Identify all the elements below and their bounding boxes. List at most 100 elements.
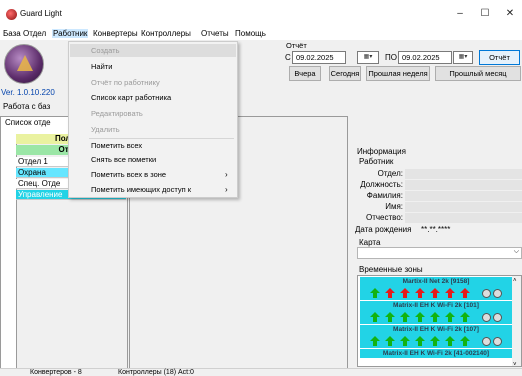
menu-bar: База Отдел Работник Конвертеры Контролле… <box>0 28 522 40</box>
toggle-icon[interactable] <box>493 337 502 346</box>
close-button[interactable]: ✕ <box>499 6 521 22</box>
card-title: Карта <box>359 238 381 247</box>
menu-item-mark-all-in-zone[interactable]: Пометить всех в зоне <box>91 170 166 179</box>
status-bar: Конвертеров - 8 Контроллеры (18) Act:0 <box>0 368 522 376</box>
green-arrow-icon <box>415 312 425 322</box>
surname-label: Фамилия: <box>366 191 403 200</box>
red-arrow-icon <box>385 288 395 298</box>
from-date-picker[interactable]: ▦▾ <box>357 51 379 64</box>
report-button[interactable]: Отчёт <box>479 50 520 65</box>
window-title: Guard Light <box>20 9 62 18</box>
menu-item-worker-cards[interactable]: Список карт работника <box>91 93 171 102</box>
department-value <box>405 169 522 179</box>
calendar-dropdown-icon: ▦▾ <box>458 54 468 60</box>
green-arrow-icon <box>385 312 395 322</box>
maximize-button[interactable]: ☐ <box>474 6 496 22</box>
green-arrow-icon <box>370 336 380 346</box>
green-arrow-icon <box>370 288 380 298</box>
from-date-field[interactable]: 09.02.2025 <box>292 51 346 64</box>
menu-item-worker-report[interactable]: Отчёт по работнику <box>91 78 160 87</box>
guard-logo <box>4 44 44 84</box>
first-name-value <box>405 202 522 212</box>
time-zones-title: Временные зоны <box>359 265 423 274</box>
today-button[interactable]: Сегодня <box>329 66 361 81</box>
menu-item-edit[interactable]: Редактировать <box>91 109 143 118</box>
from-label: С <box>285 53 291 62</box>
toggle-icon[interactable] <box>493 289 502 298</box>
menu-reports[interactable]: Отчеты <box>201 29 229 38</box>
menu-item-unmark-all[interactable]: Снять все пометки <box>91 155 156 164</box>
first-name-label: Имя: <box>385 202 403 211</box>
work-strip-label: Работа с баз <box>3 102 51 111</box>
menu-item-mark-with-access[interactable]: Пометить имеющих доступ к <box>91 185 191 194</box>
time-zones-list[interactable]: Martix-II Net 2k [9158] Matrix-II EH K W… <box>357 275 522 367</box>
minimize-button[interactable]: – <box>449 6 471 22</box>
worker-section-title: Работник <box>359 157 394 166</box>
to-date-picker[interactable]: ▦▾ <box>453 51 473 64</box>
card-select[interactable]: ⌵ <box>357 247 522 259</box>
to-label: ПО <box>385 53 397 62</box>
calendar-dropdown-icon: ▦▾ <box>363 54 373 60</box>
time-zone-day-icons <box>360 334 512 348</box>
green-arrow-icon <box>430 312 440 322</box>
version-link[interactable]: Ver. 1.0.10.220 <box>1 88 55 97</box>
toggle-icon[interactable] <box>482 313 491 322</box>
scroll-up-icon[interactable]: ˄ <box>513 278 517 284</box>
menu-controllers[interactable]: Контроллеры <box>141 29 191 38</box>
worker-dropdown-menu: Создать Найти Отчёт по работнику Список … <box>68 41 238 198</box>
green-arrow-icon <box>460 336 470 346</box>
toggle-icon[interactable] <box>482 289 491 298</box>
green-arrow-icon <box>385 336 395 346</box>
submenu-arrow-icon: › <box>225 185 228 194</box>
birth-date-value: **.**.**** <box>421 225 451 234</box>
time-zone-name: Matrix-II EH K Wi-Fi 2k [107] <box>360 325 512 334</box>
app-icon <box>6 9 17 20</box>
scroll-down-icon[interactable]: ˅ <box>513 362 517 366</box>
title-bar: Guard Light – ☐ ✕ <box>0 0 522 28</box>
time-zone-day-icons <box>360 310 512 324</box>
menu-converters[interactable]: Конвертеры <box>93 29 138 38</box>
green-arrow-icon <box>370 312 380 322</box>
to-date-field[interactable]: 09.02.2025 <box>398 51 452 64</box>
logo-emblem <box>17 55 33 71</box>
red-arrow-icon <box>445 288 455 298</box>
red-arrow-icon <box>460 288 470 298</box>
position-label: Должность: <box>360 180 403 189</box>
yesterday-button[interactable]: Вчера <box>289 66 321 81</box>
green-arrow-icon <box>445 312 455 322</box>
menu-item-mark-all[interactable]: Пометить всех <box>91 141 142 150</box>
red-arrow-icon <box>415 288 425 298</box>
department-panel-title: Список отде <box>5 118 51 127</box>
submenu-arrow-icon: › <box>225 170 228 179</box>
surname-value <box>405 191 522 201</box>
menu-worker[interactable]: Работник <box>52 29 89 38</box>
menu-department[interactable]: Отдел <box>23 29 46 38</box>
toggle-icon[interactable] <box>482 337 491 346</box>
controllers-status: Контроллеры (18) Act:0 <box>118 369 194 376</box>
menu-base[interactable]: База <box>3 29 21 38</box>
toggle-icon[interactable] <box>493 313 502 322</box>
menu-separator <box>89 138 234 139</box>
menu-item-create[interactable]: Создать <box>91 46 120 55</box>
patronymic-label: Отчество: <box>366 213 403 222</box>
menu-item-delete[interactable]: Удалить <box>91 125 120 134</box>
menu-item-find[interactable]: Найти <box>91 62 112 71</box>
from-date-value: 09.02.2025 <box>296 53 334 62</box>
time-zone-name: Martix-II Net 2k [9158] <box>360 277 512 286</box>
last-week-button[interactable]: Прошлая неделя <box>366 66 430 81</box>
time-zone-day-icons <box>360 286 512 300</box>
red-arrow-icon <box>430 288 440 298</box>
time-zone-name: Matrix-II EH K Wi-Fi 2k [41-002140] <box>360 349 512 358</box>
menu-help[interactable]: Помощь <box>235 29 266 38</box>
green-arrow-icon <box>415 336 425 346</box>
chevron-down-icon: ⌵ <box>513 248 519 255</box>
time-zone-name: Matrix-II EH K Wi-Fi 2k [101] <box>360 301 512 310</box>
department-label: Отдел: <box>377 169 403 178</box>
patronymic-value <box>405 213 522 223</box>
red-arrow-icon <box>400 288 410 298</box>
report-group-title: Отчёт <box>286 41 307 50</box>
green-arrow-icon <box>400 336 410 346</box>
last-month-button[interactable]: Прошлый месяц <box>435 66 521 81</box>
time-zones-scrollbar[interactable]: ˄ ˅ <box>512 276 521 366</box>
converters-status: Конвертеров - 8 <box>30 369 82 376</box>
